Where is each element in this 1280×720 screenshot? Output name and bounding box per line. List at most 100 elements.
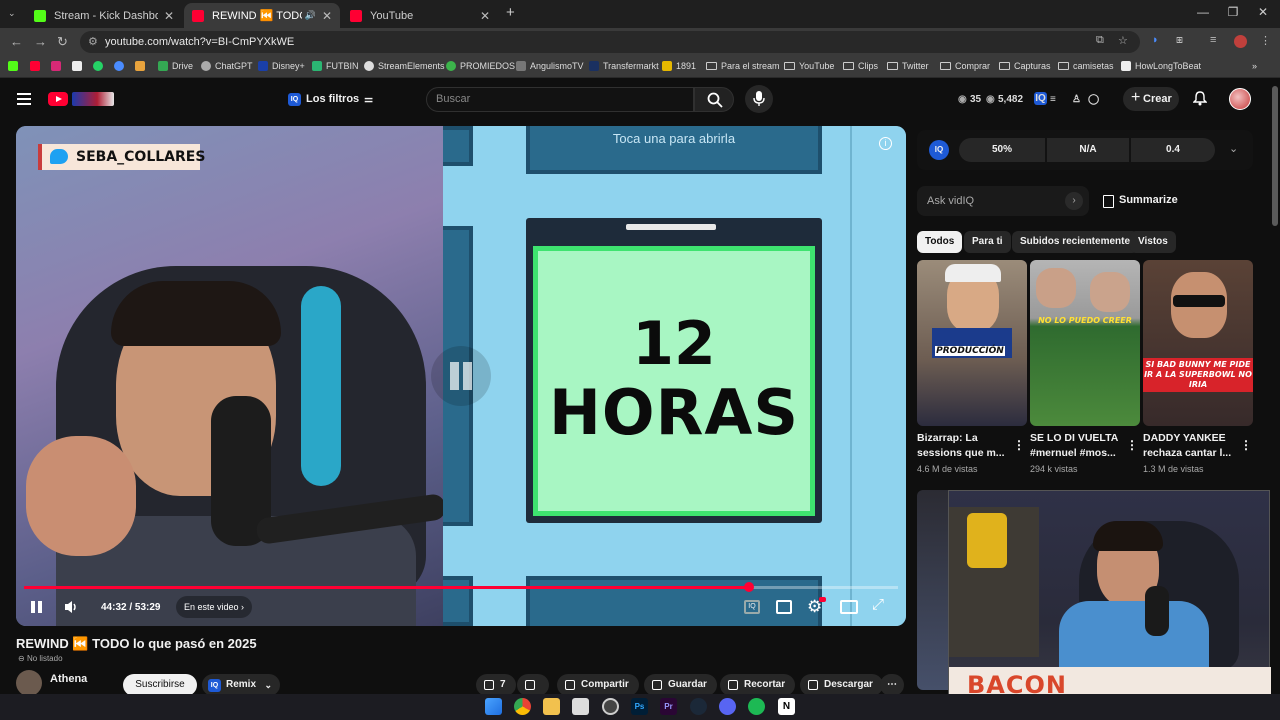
bookmark-clips[interactable]: Clips xyxy=(843,61,878,71)
bookmark-twitter[interactable]: Twitter xyxy=(887,61,929,71)
media-icon[interactable]: ≡ xyxy=(1210,34,1216,46)
photos-bookmark[interactable] xyxy=(135,61,149,71)
minimize-icon[interactable]: — xyxy=(1188,5,1218,19)
progress-bar[interactable] xyxy=(24,582,898,592)
whatsapp-bookmark[interactable] xyxy=(93,61,107,71)
more-actions-button[interactable]: ⋯ xyxy=(880,674,904,696)
bookmark-star-icon[interactable]: ☆ xyxy=(1118,34,1128,47)
bookmark-comprar[interactable]: Comprar xyxy=(940,61,990,71)
save-button[interactable]: Guardar xyxy=(644,674,717,696)
share-button[interactable]: Compartir xyxy=(557,674,639,696)
pause-overlay-icon[interactable] xyxy=(431,346,491,406)
recommended-thumbnail[interactable]: SI BAD BUNNY ME PIDE IR A LA SUPERBOWL N… xyxy=(1143,260,1253,426)
install-icon[interactable]: ⧉ xyxy=(1096,34,1104,47)
extension-icon[interactable]: ◗ xyxy=(1152,34,1159,46)
subscribe-button[interactable]: Suscribirse xyxy=(123,674,197,696)
tab-search-icon[interactable]: ⌄ xyxy=(8,8,16,19)
maximize-icon[interactable]: ❐ xyxy=(1218,5,1248,19)
close-window-icon[interactable]: ✕ xyxy=(1248,5,1278,19)
theater-mode-icon[interactable] xyxy=(840,600,858,614)
file-explorer-icon[interactable] xyxy=(543,698,560,715)
premiere-icon[interactable]: Pr xyxy=(660,698,677,715)
bookmark-angulismotv[interactable]: AngulismoTV xyxy=(516,61,584,71)
menu-hamburger-icon[interactable] xyxy=(17,93,31,108)
bookmark-youtube-folder[interactable]: YouTube xyxy=(784,61,834,71)
chip-vistos[interactable]: Vistos xyxy=(1130,231,1176,253)
bookmark-disney[interactable]: Disney+ xyxy=(258,61,305,71)
bookmark-howlongtobeat[interactable]: HowLongToBeat xyxy=(1121,61,1201,71)
browser-tab-kick[interactable]: Stream - Kick Dashboard ✕ xyxy=(26,3,182,28)
windows-start-icon[interactable] xyxy=(485,698,502,715)
chip-todos[interactable]: Todos xyxy=(917,231,963,253)
vidiq-metric-2[interactable]: N/A xyxy=(1047,138,1129,162)
summarize-button[interactable]: Summarize xyxy=(1103,194,1178,208)
page-scrollbar[interactable] xyxy=(1272,86,1278,226)
vidiq-icon[interactable]: IQ xyxy=(1034,92,1047,105)
steam-icon[interactable] xyxy=(690,698,707,715)
like-button[interactable]: 7 xyxy=(476,674,516,696)
pause-button[interactable] xyxy=(28,598,46,616)
recommended-thumbnail[interactable]: PRODUCCIÓN xyxy=(917,260,1027,426)
search-button[interactable] xyxy=(694,87,734,112)
bookmark-transfermarkt[interactable]: Transfermarkt xyxy=(589,61,659,71)
cloud-bookmark[interactable] xyxy=(114,61,128,71)
bookmark-camisetas[interactable]: camisetas xyxy=(1058,61,1114,71)
more-options-icon[interactable]: ⋮ xyxy=(1126,438,1138,452)
bookmark-drive[interactable]: Drive xyxy=(158,61,193,71)
more-options-icon[interactable]: ⋮ xyxy=(1013,438,1025,452)
chrome-icon[interactable] xyxy=(514,698,531,715)
channel-name[interactable]: Athena xyxy=(50,673,87,685)
profile-icon[interactable] xyxy=(1234,35,1247,48)
dislike-button[interactable] xyxy=(517,674,549,696)
stats-icon[interactable]: ≡ xyxy=(1050,94,1056,105)
chip-subidos-recientemente[interactable]: Subidos recientemente xyxy=(1012,231,1139,253)
menu-icon[interactable]: ⋮ xyxy=(1260,34,1271,47)
subtitles-icon[interactable] xyxy=(776,600,792,614)
chip-para-ti[interactable]: Para ti xyxy=(964,231,1011,253)
bookmark-para-el-stream[interactable]: Para el stream xyxy=(706,61,780,71)
bookmark-futbin[interactable]: FUTBIN xyxy=(312,61,359,71)
recommended-title[interactable]: Bizarrap: La sessions que m... xyxy=(917,431,1017,461)
kick-bookmark[interactable] xyxy=(8,61,22,71)
site-info-icon[interactable]: ⚙ xyxy=(88,31,98,53)
bell-icon[interactable] xyxy=(1193,91,1207,106)
address-bar[interactable]: ⚙ youtube.com/watch?v=BI-CmPYXkWE xyxy=(80,31,1140,53)
reload-icon[interactable]: ↻ xyxy=(57,34,68,50)
speaker-icon[interactable]: 🔊 xyxy=(305,10,316,21)
youtube-logo[interactable] xyxy=(48,92,68,106)
recommended-title[interactable]: SE LO DI VUELTA #mernuel #mos... xyxy=(1030,431,1130,461)
search-input[interactable]: Buscar xyxy=(426,87,694,112)
video-player[interactable]: SEBA_COLLARES Toca una para abrirla 12 H… xyxy=(16,126,906,626)
bookmark-chatgpt[interactable]: ChatGPT xyxy=(201,61,253,71)
x-bookmark[interactable] xyxy=(72,61,86,71)
arrow-right-icon[interactable]: › xyxy=(1065,192,1083,210)
close-tab-icon[interactable]: ✕ xyxy=(322,9,332,23)
user-icon[interactable]: ♙ xyxy=(1072,94,1081,105)
info-icon[interactable]: i xyxy=(879,137,892,150)
photoshop-icon[interactable]: Ps xyxy=(631,698,648,715)
chevron-down-icon[interactable]: ⌄ xyxy=(1229,142,1238,155)
vidiq-logo[interactable]: IQ xyxy=(929,140,949,160)
puzzle-icon[interactable]: ⧆ xyxy=(1176,34,1183,47)
app-icon[interactable] xyxy=(572,698,589,715)
more-bookmarks-icon[interactable]: » xyxy=(1252,61,1257,71)
bookmark-1891[interactable]: 1891 xyxy=(662,61,696,71)
download-button[interactable]: Descargar xyxy=(800,674,883,696)
browser-tab-rewind[interactable]: REWIND ⏮️ TODO lo que p 🔊 ✕ xyxy=(184,3,340,28)
spotify-icon[interactable] xyxy=(748,698,765,715)
vidiq-metric-1[interactable]: 50% xyxy=(959,138,1045,162)
create-button[interactable]: Crear xyxy=(1123,86,1179,111)
recommended-title[interactable]: DADDY YANKEE rechaza cantar l... xyxy=(1143,431,1243,461)
recommended-thumbnail[interactable]: NO LO PUEDO CREER xyxy=(1030,260,1140,426)
youtube-bookmark[interactable] xyxy=(30,61,44,71)
fullscreen-icon[interactable]: ⤢ xyxy=(872,596,884,613)
volume-icon[interactable] xyxy=(64,600,80,619)
account-avatar[interactable] xyxy=(1229,88,1251,110)
close-tab-icon[interactable]: ✕ xyxy=(164,9,174,23)
recommended-thumbnail-partial[interactable] xyxy=(917,490,948,690)
filters-button[interactable]: IQ Los filtros ⚌ xyxy=(288,90,373,108)
vidiq-metric-3[interactable]: 0.4 xyxy=(1131,138,1215,162)
ask-vidiq-input[interactable]: Ask vidIQ › xyxy=(917,186,1089,216)
obs-icon[interactable] xyxy=(602,698,619,715)
browser-tab-youtube[interactable]: YouTube ✕ xyxy=(342,3,498,28)
